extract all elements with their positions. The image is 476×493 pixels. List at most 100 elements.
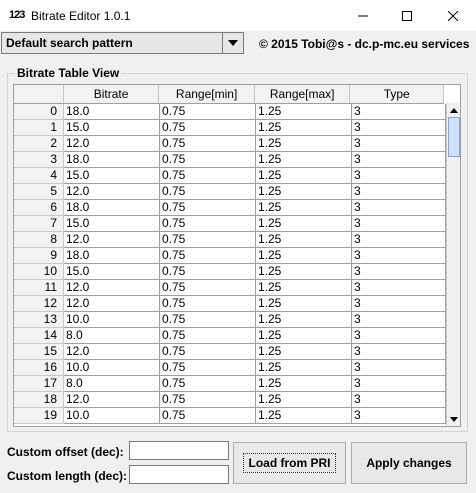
close-button[interactable]: [430, 0, 476, 31]
range-max-cell[interactable]: 1.25: [256, 408, 352, 424]
bitrate-cell[interactable]: 12.0: [64, 184, 160, 200]
row-index[interactable]: 8: [14, 232, 64, 248]
custom-offset-input[interactable]: [129, 441, 229, 460]
table-row[interactable]: 2 12.0 0.75 1.25 3: [14, 136, 446, 152]
table-row[interactable]: 14 8.0 0.75 1.25 3: [14, 328, 446, 344]
range-max-cell[interactable]: 1.25: [256, 296, 352, 312]
range-max-cell[interactable]: 1.25: [256, 328, 352, 344]
range-min-cell[interactable]: 0.75: [160, 168, 256, 184]
range-max-cell[interactable]: 1.25: [256, 312, 352, 328]
type-cell[interactable]: 3: [352, 408, 446, 424]
type-cell[interactable]: 3: [352, 376, 446, 392]
row-index[interactable]: 15: [14, 344, 64, 360]
search-pattern-select[interactable]: Default search pattern: [1, 32, 244, 54]
row-index[interactable]: 1: [14, 120, 64, 136]
bitrate-cell[interactable]: 15.0: [64, 120, 160, 136]
range-max-cell[interactable]: 1.25: [256, 360, 352, 376]
type-cell[interactable]: 3: [352, 232, 446, 248]
type-cell[interactable]: 3: [352, 104, 446, 120]
row-index[interactable]: 19: [14, 408, 64, 424]
table-row[interactable]: 0 18.0 0.75 1.25 3: [14, 104, 446, 120]
scroll-thumb[interactable]: [448, 117, 460, 157]
table-row[interactable]: 13 10.0 0.75 1.25 3: [14, 312, 446, 328]
column-header-range-min[interactable]: Range[min]: [159, 85, 255, 103]
range-max-cell[interactable]: 1.25: [256, 136, 352, 152]
range-min-cell[interactable]: 0.75: [160, 296, 256, 312]
range-max-cell[interactable]: 1.25: [256, 344, 352, 360]
bitrate-cell[interactable]: 8.0: [64, 376, 160, 392]
type-cell[interactable]: 3: [352, 168, 446, 184]
table-row[interactable]: 8 12.0 0.75 1.25 3: [14, 232, 446, 248]
table-row[interactable]: 1 15.0 0.75 1.25 3: [14, 120, 446, 136]
column-header-range-max[interactable]: Range[max]: [255, 85, 351, 103]
type-cell[interactable]: 3: [352, 344, 446, 360]
bitrate-table[interactable]: Bitrate Range[min] Range[max] Type 0 18.0…: [13, 84, 461, 427]
table-row[interactable]: 19 10.0 0.75 1.25 3: [14, 408, 446, 424]
range-min-cell[interactable]: 0.75: [160, 392, 256, 408]
range-max-cell[interactable]: 1.25: [256, 264, 352, 280]
row-index[interactable]: 6: [14, 200, 64, 216]
table-row[interactable]: 3 18.0 0.75 1.25 3: [14, 152, 446, 168]
bitrate-cell[interactable]: 12.0: [64, 232, 160, 248]
row-index[interactable]: 4: [14, 168, 64, 184]
row-index[interactable]: 17: [14, 376, 64, 392]
row-index[interactable]: 3: [14, 152, 64, 168]
range-min-cell[interactable]: 0.75: [160, 408, 256, 424]
range-max-cell[interactable]: 1.25: [256, 184, 352, 200]
row-index[interactable]: 7: [14, 216, 64, 232]
range-min-cell[interactable]: 0.75: [160, 360, 256, 376]
table-row[interactable]: 12 12.0 0.75 1.25 3: [14, 296, 446, 312]
type-cell[interactable]: 3: [352, 216, 446, 232]
row-index[interactable]: 10: [14, 264, 64, 280]
range-min-cell[interactable]: 0.75: [160, 248, 256, 264]
table-row[interactable]: 4 15.0 0.75 1.25 3: [14, 168, 446, 184]
bitrate-cell[interactable]: 15.0: [64, 168, 160, 184]
table-row[interactable]: 5 12.0 0.75 1.25 3: [14, 184, 446, 200]
bitrate-cell[interactable]: 12.0: [64, 280, 160, 296]
bitrate-cell[interactable]: 12.0: [64, 296, 160, 312]
type-cell[interactable]: 3: [352, 280, 446, 296]
row-index[interactable]: 5: [14, 184, 64, 200]
table-row[interactable]: 11 12.0 0.75 1.25 3: [14, 280, 446, 296]
load-from-pri-button[interactable]: Load from PRI: [233, 442, 346, 484]
range-min-cell[interactable]: 0.75: [160, 152, 256, 168]
row-index[interactable]: 18: [14, 392, 64, 408]
type-cell[interactable]: 3: [352, 136, 446, 152]
range-min-cell[interactable]: 0.75: [160, 216, 256, 232]
table-row[interactable]: 6 18.0 0.75 1.25 3: [14, 200, 446, 216]
type-cell[interactable]: 3: [352, 200, 446, 216]
type-cell[interactable]: 3: [352, 184, 446, 200]
range-min-cell[interactable]: 0.75: [160, 232, 256, 248]
range-max-cell[interactable]: 1.25: [256, 376, 352, 392]
column-header-index[interactable]: [14, 85, 64, 103]
bitrate-cell[interactable]: 12.0: [64, 392, 160, 408]
table-row[interactable]: 15 12.0 0.75 1.25 3: [14, 344, 446, 360]
range-min-cell[interactable]: 0.75: [160, 104, 256, 120]
type-cell[interactable]: 3: [352, 392, 446, 408]
table-row[interactable]: 10 15.0 0.75 1.25 3: [14, 264, 446, 280]
range-min-cell[interactable]: 0.75: [160, 312, 256, 328]
type-cell[interactable]: 3: [352, 120, 446, 136]
type-cell[interactable]: 3: [352, 264, 446, 280]
range-min-cell[interactable]: 0.75: [160, 264, 256, 280]
table-row[interactable]: 7 15.0 0.75 1.25 3: [14, 216, 446, 232]
custom-length-input[interactable]: [129, 465, 229, 484]
type-cell[interactable]: 3: [352, 152, 446, 168]
vertical-scrollbar[interactable]: [446, 103, 460, 426]
bitrate-cell[interactable]: 18.0: [64, 200, 160, 216]
row-index[interactable]: 14: [14, 328, 64, 344]
row-index[interactable]: 16: [14, 360, 64, 376]
scroll-down-button[interactable]: [447, 412, 460, 426]
maximize-button[interactable]: [384, 0, 430, 31]
bitrate-cell[interactable]: 18.0: [64, 152, 160, 168]
range-max-cell[interactable]: 1.25: [256, 392, 352, 408]
range-max-cell[interactable]: 1.25: [256, 232, 352, 248]
bitrate-cell[interactable]: 10.0: [64, 312, 160, 328]
bitrate-cell[interactable]: 12.0: [64, 136, 160, 152]
type-cell[interactable]: 3: [352, 312, 446, 328]
type-cell[interactable]: 3: [352, 328, 446, 344]
apply-changes-button[interactable]: Apply changes: [351, 442, 467, 484]
bitrate-cell[interactable]: 12.0: [64, 344, 160, 360]
table-row[interactable]: 17 8.0 0.75 1.25 3: [14, 376, 446, 392]
bitrate-cell[interactable]: 10.0: [64, 360, 160, 376]
